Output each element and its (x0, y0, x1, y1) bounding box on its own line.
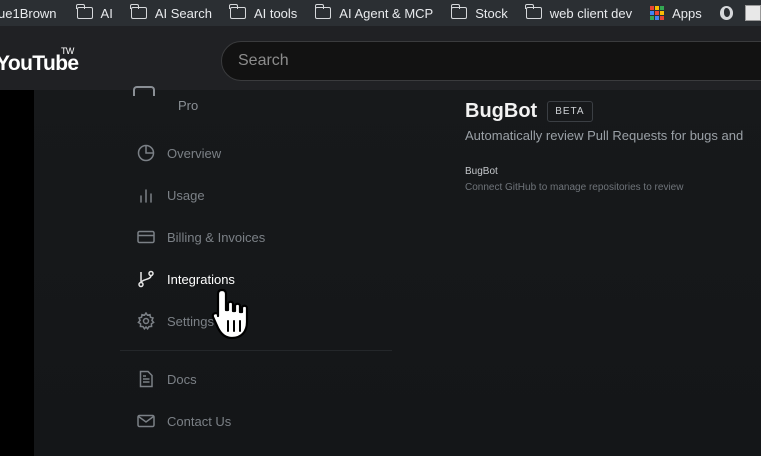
bookmark-label: AI Agent & MCP (339, 5, 434, 21)
bookmark-folder[interactable]: Stock (450, 0, 508, 26)
bookmark-label: AI Search (154, 5, 212, 21)
bookmark-folder[interactable]: AI (76, 0, 113, 26)
sidebar-item-billing[interactable]: Billing & Invoices (137, 228, 265, 246)
sidebar-item-docs[interactable]: Docs (137, 370, 197, 388)
sidebar-item-label: Usage (167, 187, 205, 203)
sidebar-item-contact[interactable]: Contact Us (137, 412, 231, 430)
bookmarks-bar: ue1Brown AI AI Search AI tools AI Agent … (0, 0, 761, 26)
youtube-header: YouTube TW (0, 26, 761, 96)
search-input[interactable] (238, 52, 738, 70)
bookmark-folder[interactable]: AI tools (229, 0, 298, 26)
document-icon (137, 370, 155, 388)
sidebar-divider (120, 350, 392, 351)
hand-pointer-cursor-icon (211, 288, 249, 340)
settings-page: Pro Overview Usage Billing & Invoices In… (34, 86, 761, 456)
bookmark-label: web client dev (549, 5, 633, 21)
gear-icon (137, 311, 155, 331)
folder-icon (130, 4, 147, 19)
search-box[interactable] (221, 41, 761, 81)
bookmark-thumbnail-icon[interactable] (745, 5, 761, 21)
plan-icon (133, 86, 155, 96)
pie-chart-icon (137, 144, 155, 162)
sidebar-item-label: Overview (167, 145, 222, 161)
bookmark-folder[interactable]: web client dev (525, 0, 633, 26)
video-sidebar-edge (0, 90, 34, 456)
sidebar-item-overview[interactable]: Overview (137, 144, 221, 162)
section-heading: BugBot (465, 166, 498, 177)
folder-icon (229, 4, 246, 19)
mail-icon (137, 412, 155, 430)
credit-card-icon (137, 228, 155, 246)
folder-icon (450, 4, 468, 19)
bookmark-label: AI (100, 5, 113, 21)
bookmark-folder[interactable]: AI Search (130, 0, 212, 26)
bookmark-label: AI tools (253, 5, 298, 21)
plan-label: Pro (178, 98, 199, 113)
page-header: BugBot BETA (465, 100, 593, 123)
sidebar-item-label: Docs (167, 371, 197, 387)
bar-chart-icon (137, 186, 155, 204)
bookmark-item[interactable]: ue1Brown (0, 0, 57, 26)
sidebar-item-settings[interactable]: Settings (137, 311, 214, 331)
folder-icon (314, 4, 332, 19)
page-subtitle: Automatically review Pull Requests for b… (465, 128, 744, 143)
beta-badge: BETA (547, 101, 593, 122)
page-title: BugBot (465, 100, 538, 122)
folder-icon (76, 4, 93, 19)
section-description: Connect GitHub to manage repositories to… (465, 182, 684, 193)
bookmark-label: ue1Brown (0, 5, 57, 21)
bookmark-apps[interactable]: Apps (650, 0, 702, 26)
bookmark-folder[interactable]: AI Agent & MCP (314, 0, 434, 26)
globe-icon[interactable] (719, 6, 734, 20)
youtube-logo[interactable]: YouTube TW (0, 46, 79, 76)
bookmark-label: Stock (475, 5, 508, 21)
sidebar-item-usage[interactable]: Usage (137, 186, 205, 204)
logo-country-code: TW (61, 46, 74, 56)
git-branch-icon (137, 270, 155, 288)
bookmark-label: Apps (672, 5, 702, 21)
folder-icon (525, 4, 542, 19)
sidebar-item-label: Contact Us (167, 413, 232, 429)
sidebar-item-label: Billing & Invoices (167, 229, 266, 245)
apps-grid-icon (650, 6, 665, 20)
